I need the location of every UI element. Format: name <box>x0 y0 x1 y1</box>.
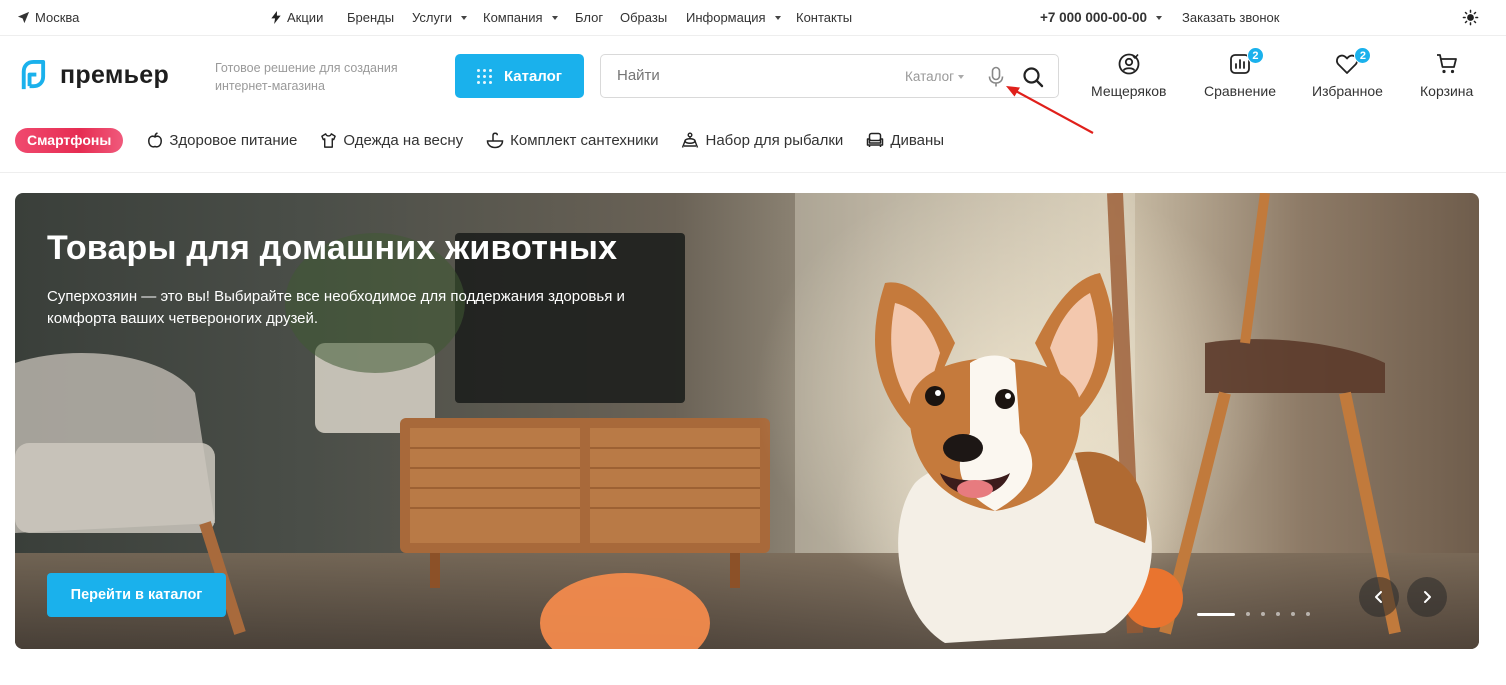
favorites-button[interactable]: 2 Избранное <box>1312 47 1383 99</box>
category-label: Набор для рыбалки <box>705 131 844 149</box>
category-chip-label: Смартфоны <box>27 132 112 148</box>
slider-dot-active[interactable] <box>1197 612 1235 616</box>
nav-services-label: Услуги <box>412 10 452 25</box>
category-label: Комплект сантехники <box>510 131 659 149</box>
category-label: Здоровое питание <box>169 131 298 149</box>
logo-mark-icon <box>21 59 46 90</box>
nav-brands-label: Бренды <box>347 10 395 25</box>
nav-looks-label: Образы <box>620 10 668 25</box>
nav-company[interactable]: Компания <box>483 10 558 25</box>
chevron-left-icon <box>1375 591 1382 603</box>
account-button[interactable]: Мещеряков <box>1091 50 1166 99</box>
nav-blog-label: Блог <box>575 10 604 25</box>
header-divider <box>0 172 1506 173</box>
cart-button[interactable]: Корзина <box>1420 50 1473 99</box>
category-sofas[interactable]: Диваны <box>866 132 944 149</box>
sink-icon <box>486 132 504 148</box>
phone-selector[interactable]: +7 000 000-00-00 <box>1040 10 1162 25</box>
nav-brands[interactable]: Бренды <box>347 10 394 25</box>
category-healthy-food[interactable]: Здоровое питание <box>147 132 297 149</box>
search-scope-dropdown[interactable]: Каталог <box>905 69 965 84</box>
nav-information-label: Информация <box>686 10 766 25</box>
cart-icon <box>1436 54 1457 74</box>
user-icon <box>1118 53 1140 75</box>
chevron-down-icon <box>551 15 558 20</box>
microphone-icon[interactable] <box>987 66 1005 88</box>
theme-toggle[interactable] <box>1462 9 1479 26</box>
phone-number: +7 000 000-00-00 <box>1040 10 1147 25</box>
request-call-label: Заказать звонок <box>1182 10 1280 25</box>
favorites-count-badge: 2 <box>1354 47 1372 64</box>
category-plumbing-set[interactable]: Комплект сантехники <box>486 132 658 149</box>
slider-dot[interactable] <box>1276 612 1280 616</box>
fishing-icon <box>682 132 699 148</box>
catalog-button-label: Каталог <box>503 67 563 85</box>
site-logo[interactable]: премьер <box>15 59 169 92</box>
category-chip-smartphones[interactable]: Смартфоны <box>15 127 124 153</box>
favorites-label: Избранное <box>1312 83 1383 99</box>
nav-company-label: Компания <box>483 10 543 25</box>
request-call-link[interactable]: Заказать звонок <box>1182 10 1279 25</box>
account-label: Мещеряков <box>1091 83 1167 99</box>
category-spring-clothes[interactable]: Одежда на весну <box>320 132 463 149</box>
slider-dot[interactable] <box>1291 612 1295 616</box>
slider-next-button[interactable] <box>1407 577 1447 617</box>
compare-count-badge: 2 <box>1246 47 1264 64</box>
chevron-down-icon <box>958 74 965 79</box>
category-fishing-set[interactable]: Набор для рыбалки <box>681 132 843 149</box>
search-input[interactable] <box>617 67 877 84</box>
nav-contacts[interactable]: Контакты <box>796 10 852 25</box>
location-arrow-icon <box>17 11 30 24</box>
nav-blog[interactable]: Блог <box>575 10 603 25</box>
slider-prev-button[interactable] <box>1359 577 1399 617</box>
nav-promotions-label: Акции <box>287 10 324 25</box>
site-slogan: Готовое решение для создания интернет-ма… <box>215 61 398 93</box>
banner-title: Товары для домашних животных <box>47 229 618 267</box>
compare-button[interactable]: 2 Сравнение <box>1204 47 1276 99</box>
compare-label: Сравнение <box>1204 83 1276 99</box>
quick-categories: Смартфоны Здоровое питание Одежда на вес… <box>15 127 944 153</box>
search-bar: Каталог <box>600 54 1059 98</box>
nav-information[interactable]: Информация <box>686 10 781 25</box>
chevron-down-icon <box>1155 15 1162 20</box>
lightning-icon <box>271 11 281 24</box>
category-label: Диваны <box>890 131 945 149</box>
nav-contacts-label: Контакты <box>796 10 853 25</box>
category-label: Одежда на весну <box>343 131 464 149</box>
catalog-button[interactable]: Каталог <box>455 54 584 98</box>
banner-description: Суперхозяин — это вы! Выбирайте все необ… <box>47 288 625 327</box>
cart-label: Корзина <box>1420 83 1474 99</box>
city-selector[interactable]: Москва <box>17 10 79 25</box>
search-icon[interactable] <box>1022 66 1044 88</box>
go-to-catalog-button[interactable]: Перейти в каталог <box>47 573 226 617</box>
nav-promotions[interactable]: Акции <box>270 10 323 25</box>
slider-pagination <box>1197 612 1310 616</box>
sun-icon <box>1462 9 1479 26</box>
nav-services[interactable]: Услуги <box>412 10 467 25</box>
nav-looks[interactable]: Образы <box>620 10 667 25</box>
slider-dot[interactable] <box>1246 612 1250 616</box>
hero-banner: Товары для домашних животных Суперхозяин… <box>15 193 1479 649</box>
chevron-down-icon <box>774 15 781 20</box>
shirt-icon <box>321 132 337 148</box>
chevron-down-icon <box>460 15 467 20</box>
slider-dot[interactable] <box>1306 612 1310 616</box>
logo-text: премьер <box>60 61 170 89</box>
chevron-right-icon <box>1424 591 1431 603</box>
apple-icon <box>148 131 163 148</box>
top-utility-bar: Москва Акции Бренды Услуги Компания Блог… <box>0 0 1506 36</box>
grid-menu-icon <box>476 68 492 84</box>
search-scope-label: Каталог <box>905 69 955 84</box>
slider-dot[interactable] <box>1261 612 1265 616</box>
sofa-icon <box>867 132 884 147</box>
city-label: Москва <box>35 10 80 25</box>
